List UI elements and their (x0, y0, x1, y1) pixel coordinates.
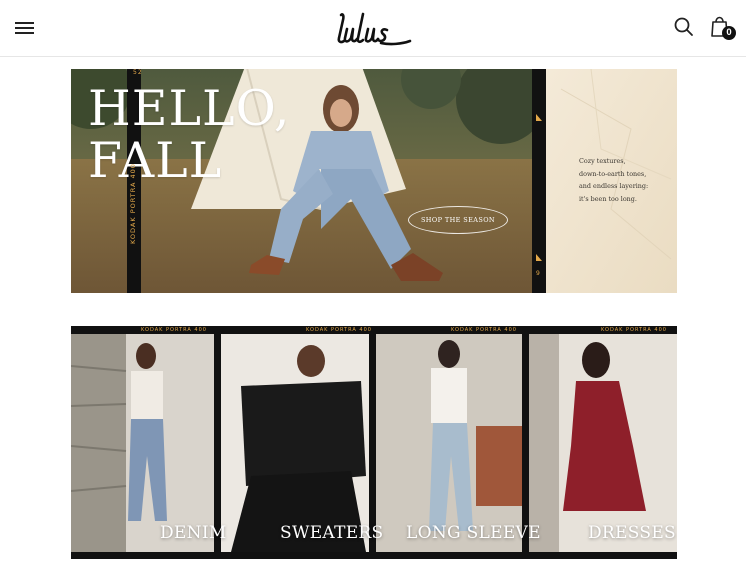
search-icon[interactable] (672, 15, 696, 39)
film-edge-text: KODAK PORTRA 400 (306, 327, 372, 333)
shopping-bag-icon[interactable]: 0 (707, 13, 737, 43)
category-label-sweaters[interactable]: SWEATERS (280, 523, 383, 543)
hamburger-menu-icon[interactable] (13, 17, 37, 39)
lulus-logo[interactable] (332, 10, 416, 48)
category-label-dresses[interactable]: DRESSES (588, 523, 676, 543)
category-label-long-sleeve[interactable]: LONG SLEEVE (406, 523, 541, 543)
film-edge-text: KODAK PORTRA 400 (451, 327, 517, 333)
film-edge-text: KODAK PORTRA 400 (601, 327, 667, 333)
shop-the-season-button[interactable]: SHOP THE SEASON (408, 206, 508, 234)
cart-count-badge: 0 (722, 26, 736, 40)
film-frame-number-top: 52 (133, 69, 143, 76)
hero-banner-hello-fall[interactable]: HELLO, FALL KODAK PORTRA 400 52 9 SHOP T… (71, 69, 677, 293)
film-frame-number-bottom: 9 (536, 270, 541, 277)
hero-title: HELLO, FALL (88, 80, 291, 189)
film-edge-text: KODAK PORTRA 400 (129, 163, 137, 244)
category-label-denim[interactable]: DENIM (160, 523, 227, 543)
hero-copy: Cozy textures, down-to-earth tones, and … (579, 157, 649, 203)
film-edge-text: KODAK PORTRA 400 (141, 327, 207, 333)
site-header: 0 (0, 0, 746, 57)
category-banner[interactable]: KODAK PORTRA 400 KODAK PORTRA 400 KODAK … (71, 326, 677, 559)
